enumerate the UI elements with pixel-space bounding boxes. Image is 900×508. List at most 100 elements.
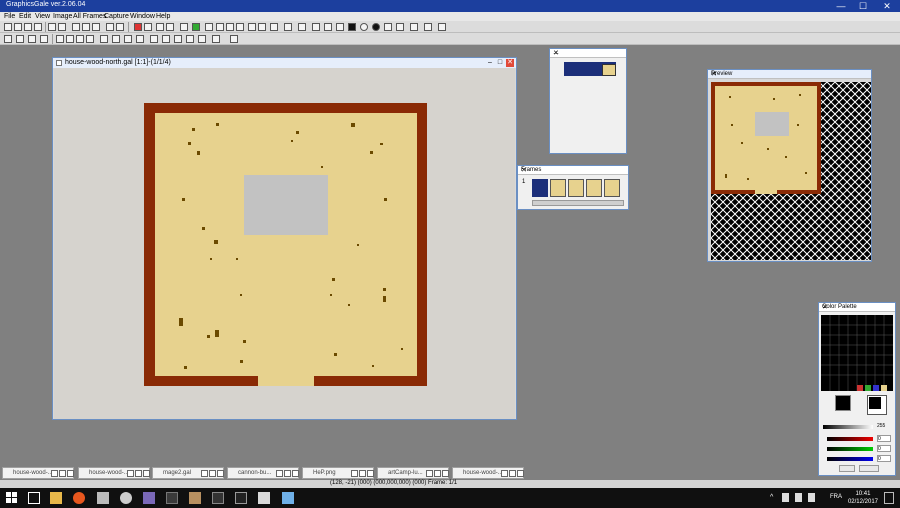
onion-skin-icon[interactable] xyxy=(100,35,108,43)
settings-icon[interactable] xyxy=(120,492,132,504)
secondary-color-swatch[interactable] xyxy=(867,395,887,415)
frame-new-icon[interactable] xyxy=(4,35,12,43)
canvas-close-button[interactable]: ✕ xyxy=(506,59,514,67)
green-slider[interactable] xyxy=(827,447,873,451)
zoom-out-icon[interactable] xyxy=(116,23,124,31)
tab-close-button[interactable] xyxy=(217,470,224,477)
eraser-icon[interactable] xyxy=(236,23,244,31)
firefox-icon[interactable] xyxy=(73,492,85,504)
curve-icon[interactable] xyxy=(324,23,332,31)
tab-maximize-button[interactable] xyxy=(59,470,66,477)
network-icon[interactable] xyxy=(782,493,789,502)
menu-capture[interactable]: Capture xyxy=(104,13,129,20)
preview-window-close-button[interactable]: ✕ xyxy=(711,70,869,78)
frame-thumbnail-3[interactable] xyxy=(568,179,584,197)
red-value[interactable]: 0 xyxy=(877,435,891,442)
tab-maximize-button[interactable] xyxy=(359,470,366,477)
tool-color-swatch[interactable] xyxy=(602,64,616,76)
grid-icon[interactable] xyxy=(156,23,164,31)
blue-tool-icon[interactable] xyxy=(270,23,278,31)
volume-icon[interactable] xyxy=(808,493,815,502)
tray-chevron-icon[interactable]: ^ xyxy=(770,494,773,501)
notepad-icon[interactable] xyxy=(258,492,270,504)
color-replace-icon[interactable] xyxy=(198,35,206,43)
mdi-tab-4[interactable]: cannon-bu... xyxy=(227,467,299,479)
prev-frame-icon[interactable] xyxy=(66,35,74,43)
red-slider[interactable] xyxy=(827,437,873,441)
layer-up-icon[interactable] xyxy=(112,35,120,43)
menu-view[interactable]: View xyxy=(35,13,50,20)
pointer-icon[interactable] xyxy=(230,35,238,43)
gradient-icon[interactable] xyxy=(284,23,292,31)
first-frame-icon[interactable] xyxy=(56,35,64,43)
green-tool-icon[interactable] xyxy=(192,23,200,31)
notification-icon[interactable] xyxy=(884,492,894,504)
tab-minimize-button[interactable] xyxy=(351,470,358,477)
menu-file[interactable]: File xyxy=(4,13,15,20)
mdi-tab-6[interactable]: artCamp-lu... xyxy=(377,467,449,479)
tab-maximize-button[interactable] xyxy=(434,470,441,477)
filled-rectangle-icon[interactable] xyxy=(348,23,356,31)
menu-help[interactable]: Help xyxy=(156,13,170,20)
tab-close-button[interactable] xyxy=(143,470,150,477)
minimize-button[interactable]: — xyxy=(830,0,852,12)
frame-thumbnail-1[interactable] xyxy=(532,179,548,197)
app-taskbar-icon[interactable] xyxy=(166,492,178,504)
menu-edit[interactable]: Edit xyxy=(19,13,31,20)
save-icon[interactable] xyxy=(24,23,32,31)
battery-icon[interactable] xyxy=(795,493,802,502)
window-taskbar-icon[interactable] xyxy=(212,492,224,504)
line-icon[interactable] xyxy=(312,23,320,31)
tab-close-button[interactable] xyxy=(292,470,299,477)
brush-icon[interactable] xyxy=(226,23,234,31)
tab-maximize-button[interactable] xyxy=(135,470,142,477)
tab-close-button[interactable] xyxy=(442,470,449,477)
menu-all-frames[interactable]: All Frames xyxy=(73,13,106,20)
transform-icon[interactable] xyxy=(162,35,170,43)
maximize-button[interactable]: ☐ xyxy=(852,0,874,12)
task-view-icon[interactable] xyxy=(28,492,40,504)
rectangle-icon[interactable] xyxy=(336,23,344,31)
tab-close-button[interactable] xyxy=(367,470,374,477)
polygon-icon[interactable] xyxy=(384,23,392,31)
tab-maximize-button[interactable] xyxy=(509,470,516,477)
filter-icon[interactable] xyxy=(150,35,158,43)
mdi-tab-3[interactable]: mage2.gal xyxy=(152,467,224,479)
red-tool-icon[interactable] xyxy=(134,23,142,31)
palette-grid[interactable] xyxy=(821,315,893,391)
pencil-icon[interactable] xyxy=(216,23,224,31)
mdi-tab-7[interactable]: house-wood-... xyxy=(452,467,524,479)
terminal-icon[interactable] xyxy=(235,492,247,504)
palette-button-2[interactable] xyxy=(859,465,879,472)
tab-close-button[interactable] xyxy=(517,470,524,477)
menu-window[interactable]: Window xyxy=(130,13,155,20)
tab-maximize-button[interactable] xyxy=(284,470,291,477)
primary-color-swatch[interactable] xyxy=(835,395,851,411)
tab-minimize-button[interactable] xyxy=(127,470,134,477)
save-all-icon[interactable] xyxy=(34,23,42,31)
canvas-maximize-button[interactable]: □ xyxy=(496,59,504,67)
tab-maximize-button[interactable] xyxy=(209,470,216,477)
cursor-icon[interactable] xyxy=(205,23,213,31)
green-value[interactable]: 0 xyxy=(877,445,891,452)
tab-minimize-button[interactable] xyxy=(201,470,208,477)
flip-icon[interactable] xyxy=(144,23,152,31)
zoom-in-icon[interactable] xyxy=(106,23,114,31)
frame-thumbnail-2[interactable] xyxy=(550,179,566,197)
undo-icon[interactable] xyxy=(48,23,56,31)
file-explorer-icon[interactable] xyxy=(50,492,62,504)
tool-taskbar-icon[interactable] xyxy=(282,492,294,504)
fill-icon[interactable] xyxy=(258,23,266,31)
tab-minimize-button[interactable] xyxy=(276,470,283,477)
frame-delete-icon[interactable] xyxy=(28,35,36,43)
filled-ellipse-icon[interactable] xyxy=(372,23,380,31)
mdi-tab-2[interactable]: house-wood-... xyxy=(78,467,150,479)
taskbar-clock[interactable]: 10:41 02/12/2017 xyxy=(848,490,878,506)
color-palette-close-button[interactable]: ✕ xyxy=(822,303,893,311)
menu-image[interactable]: Image xyxy=(53,13,72,20)
resize-icon[interactable] xyxy=(166,23,174,31)
lasso-icon[interactable] xyxy=(410,23,418,31)
frame-move-icon[interactable] xyxy=(40,35,48,43)
tab-minimize-button[interactable] xyxy=(501,470,508,477)
mirror-icon[interactable] xyxy=(186,35,194,43)
